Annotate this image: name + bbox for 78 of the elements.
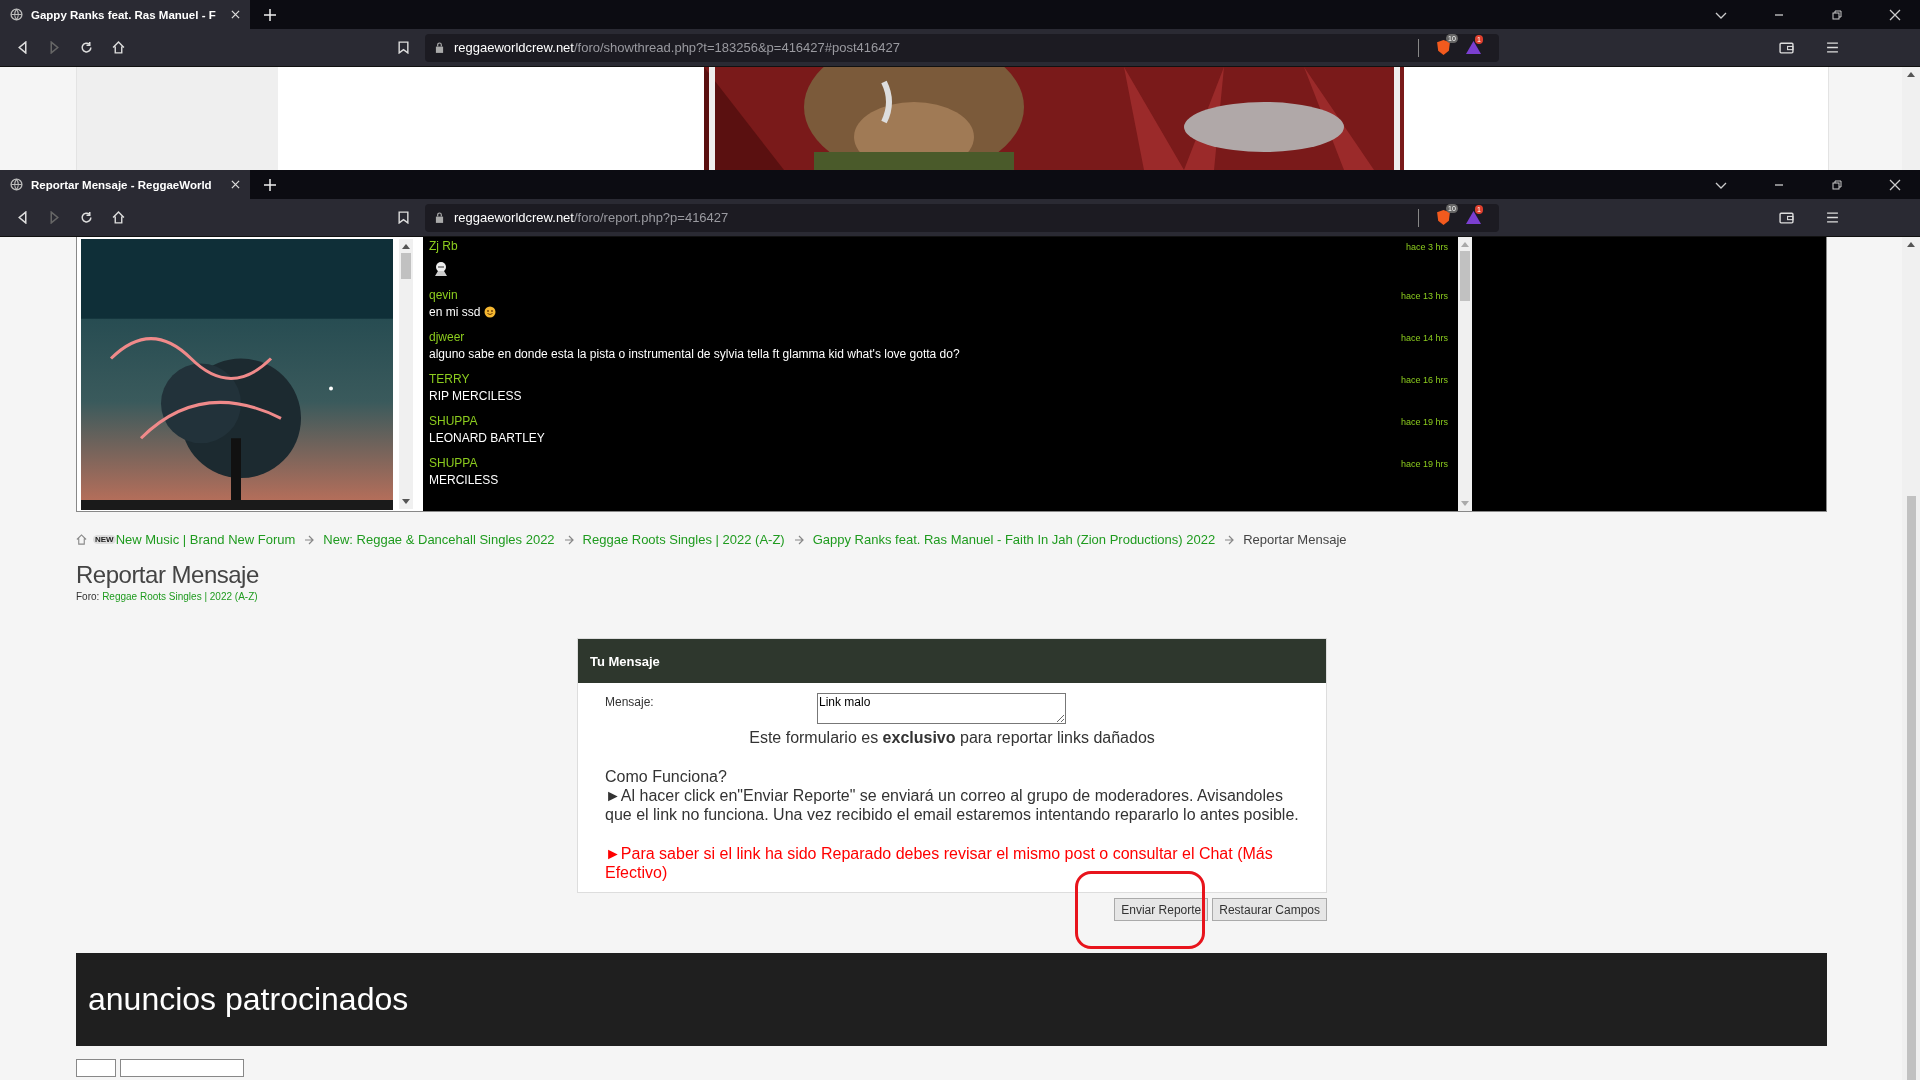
breadcrumb-current: Reportar Mensaje: [1243, 532, 1347, 547]
restore-icon[interactable]: [1831, 8, 1843, 21]
tab-title: Gappy Ranks feat. Ras Manuel - F: [31, 8, 217, 21]
select-field[interactable]: [120, 1059, 244, 1077]
chat-message: RIP MERCILESS: [429, 389, 522, 403]
form-header: Tu Mensaje: [578, 639, 1326, 683]
arrow-right-icon: [304, 534, 315, 545]
close-icon[interactable]: [1889, 8, 1901, 21]
ads-title: anuncios patrocinados: [88, 981, 409, 1018]
arrow-right-icon: [1224, 534, 1235, 545]
chat-username[interactable]: djweer: [429, 330, 465, 344]
forum-label: Foro:: [76, 591, 100, 602]
url-text: reggaeworldcrew.net/foro/showthread.php?t=183256&p=416427#post416427: [454, 40, 900, 55]
chat-username[interactable]: Zj Rb: [429, 239, 458, 253]
lock-icon: [435, 42, 444, 53]
chat-time: hace 3 hrs: [1405, 242, 1448, 252]
chat-time: hace 14 hrs: [1400, 333, 1448, 343]
back-icon[interactable]: [16, 41, 29, 54]
menu-icon[interactable]: [1826, 211, 1839, 224]
browser-tab[interactable]: Gappy Ranks feat. Ras Manuel - F: [0, 0, 250, 29]
forum-link[interactable]: Reggae Roots Singles | 2022 (A-Z): [102, 591, 258, 602]
tab-title: Reportar Mensaje - ReggaeWorld: [31, 178, 213, 191]
chat-username[interactable]: SHUPPA: [429, 456, 478, 470]
reload-icon[interactable]: [80, 41, 93, 54]
chat-username[interactable]: SHUPPA: [429, 414, 478, 428]
menu-icon[interactable]: [1826, 41, 1839, 54]
scroll-down-icon[interactable]: [402, 499, 410, 505]
warning-text: ►Para saber si el link ha sido Reparado debes revisar el mismo post o consultar el Chat (Más Efectivo): [605, 844, 1274, 882]
how-title: Como Funciona?: [605, 767, 728, 786]
chat-time: hace 16 hrs: [1400, 375, 1448, 385]
restore-icon[interactable]: [1831, 178, 1843, 191]
message-field[interactable]: Link malo: [817, 693, 1066, 724]
forward-icon[interactable]: [48, 41, 61, 54]
url-text: reggaeworldcrew.net/foro/report.php?p=416427: [454, 210, 729, 225]
chat-message: MERCILESS: [429, 473, 499, 487]
browser-tab[interactable]: Reportar Mensaje - ReggaeWorld: [0, 170, 250, 199]
scroll-up-icon[interactable]: [402, 243, 410, 249]
globe-icon: [10, 178, 23, 191]
notice-text: Este formulario es exclusivo para reportar links dañados: [748, 728, 1156, 747]
wallet-icon[interactable]: [1779, 41, 1794, 54]
form-button[interactable]: Enviar Reporte: [1114, 898, 1209, 921]
chat-time: hace 13 hrs: [1400, 291, 1448, 301]
new-tab-icon[interactable]: [264, 178, 276, 191]
select-field[interactable]: [76, 1059, 116, 1077]
new-badge: NEW: [93, 535, 116, 544]
shield-icon[interactable]: [1437, 40, 1450, 55]
new-tab-icon[interactable]: [264, 8, 276, 21]
scroll-up-icon[interactable]: [1907, 241, 1915, 247]
close-icon[interactable]: [231, 10, 240, 19]
scroll-up-icon[interactable]: [1907, 71, 1915, 77]
lock-icon: [435, 212, 444, 223]
chat-username[interactable]: qevin: [429, 288, 458, 302]
arrow-right-icon: [563, 534, 574, 545]
reload-icon[interactable]: [80, 211, 93, 224]
close-icon[interactable]: [1889, 178, 1901, 191]
close-icon[interactable]: [231, 180, 240, 189]
shield-icon[interactable]: [1437, 210, 1450, 225]
wallet-icon[interactable]: [1779, 211, 1794, 224]
triangle-icon[interactable]: [1466, 211, 1481, 224]
chat-message: LEONARD BARTLEY: [429, 431, 545, 445]
sticker-icon: [433, 261, 449, 277]
globe-icon: [10, 8, 23, 21]
form-button[interactable]: Restaurar Campos: [1212, 898, 1327, 921]
back-icon[interactable]: [16, 211, 29, 224]
chat-time: hace 19 hrs: [1400, 417, 1448, 427]
chat-message: en mi ssd: [429, 305, 481, 319]
smiley-icon: [484, 306, 497, 318]
forward-icon[interactable]: [48, 211, 61, 224]
chat-time: hace 19 hrs: [1400, 459, 1448, 469]
triangle-icon[interactable]: [1466, 41, 1481, 54]
chat-message: alguno sabe en donde esta la pista o instrumental de sylvia tella ft glamma kid what's love gotta do?: [429, 347, 960, 361]
how-text: ►Al hacer click en"Enviar Reporte" se enviará un correo al grupo de moderadores. Avisandoles que el link no funciona. Una vez recibido el email estaremos intentando repararlo lo antes posible.: [605, 786, 1299, 824]
page-title: Reportar Mensaje: [76, 561, 260, 589]
bookmark-icon[interactable]: [398, 41, 409, 54]
chat-username[interactable]: TERRY: [429, 372, 470, 386]
arrow-right-icon: [793, 534, 804, 545]
bookmark-icon[interactable]: [398, 211, 409, 224]
field-label: Mensaje:: [605, 694, 655, 711]
